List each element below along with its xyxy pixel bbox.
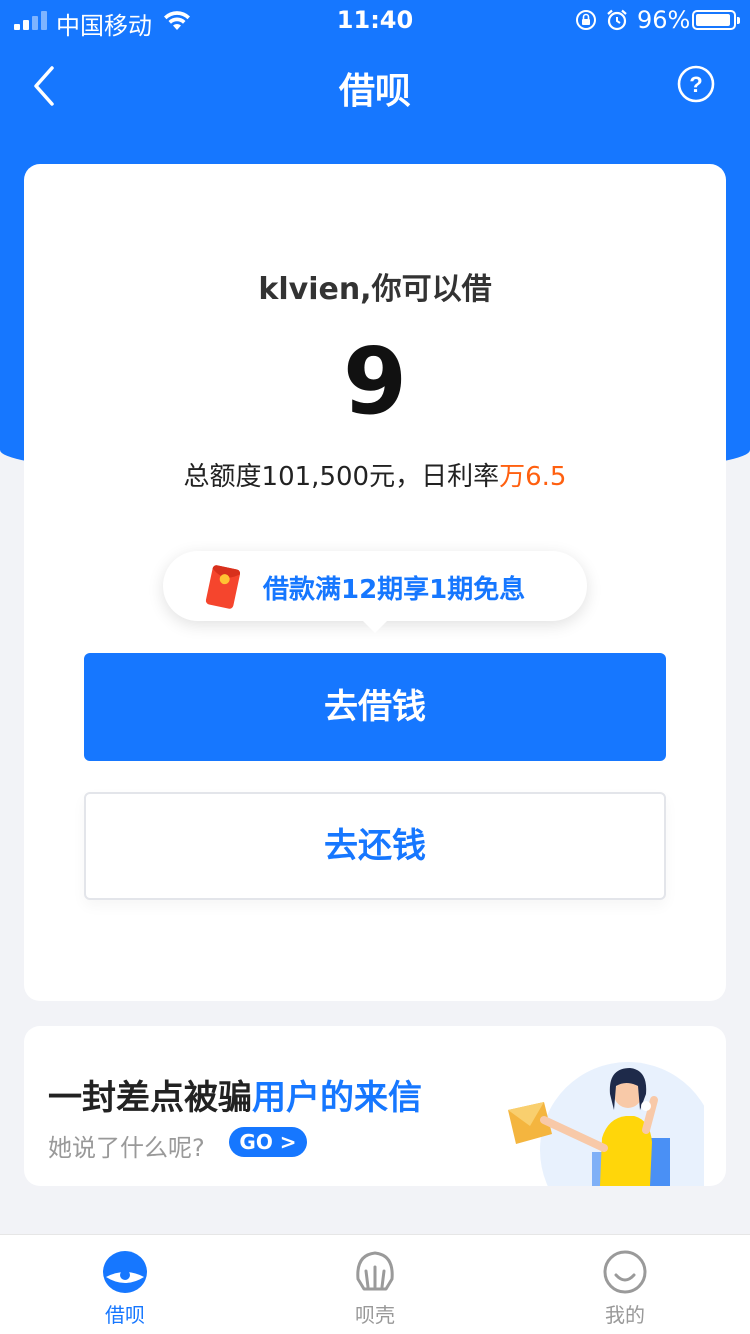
greeting-text: klvien,你可以借 xyxy=(258,272,492,307)
battery-percentage: 96% xyxy=(637,6,691,34)
tab-label: 呗壳 xyxy=(355,1303,395,1327)
status-bar: 中国移动 11:40 96% xyxy=(0,0,750,40)
alarm-icon xyxy=(607,9,627,31)
banner-title-part2: 用户的来信 xyxy=(252,1078,422,1118)
tab-bar: 借呗 呗壳 我的 xyxy=(0,1234,750,1334)
red-packet-icon xyxy=(205,565,241,609)
credit-card-panel: klvien,你可以借 9 总额度101,500元，日利率万6.5 借款满12期… xyxy=(24,164,726,1001)
shell-icon xyxy=(356,1251,394,1291)
tab-mine[interactable]: 我的 xyxy=(500,1235,750,1334)
repay-button[interactable]: 去还钱 xyxy=(84,792,666,900)
limit-text: 总额度101,500元，日利率 xyxy=(183,462,500,492)
nav-bar: 借呗 ? xyxy=(0,44,750,132)
promo-text: 借款满12期享1期免息 xyxy=(263,575,526,605)
limit-info: 总额度101,500元，日利率万6.5 xyxy=(24,456,726,493)
borrow-button[interactable]: 去借钱 xyxy=(84,653,666,761)
story-banner[interactable]: 一封差点被骗用户的来信 她说了什么呢? GO > xyxy=(24,1026,726,1186)
promo-bubble[interactable]: 借款满12期享1期免息 xyxy=(163,551,587,633)
banner-subtitle: 她说了什么呢? xyxy=(48,1134,205,1162)
page-title: 借呗 xyxy=(338,71,411,112)
svg-text:?: ? xyxy=(689,72,702,97)
banner-title-part1: 一封差点被骗 xyxy=(48,1078,252,1118)
woman-with-letter-illustration xyxy=(508,1062,704,1186)
banner-title: 一封差点被骗用户的来信 xyxy=(48,1070,422,1119)
jiebei-icon xyxy=(103,1251,147,1293)
bubble-tail xyxy=(363,621,387,633)
smile-icon xyxy=(603,1250,647,1294)
tab-jiebei[interactable]: 借呗 xyxy=(0,1235,250,1334)
tab-label: 借呗 xyxy=(105,1303,145,1327)
help-icon[interactable]: ? xyxy=(676,64,716,104)
go-button[interactable]: GO > xyxy=(229,1127,307,1157)
tab-label: 我的 xyxy=(605,1303,645,1327)
available-amount: 9 xyxy=(342,328,407,435)
daily-rate: 万6.5 xyxy=(499,462,567,492)
battery-icon xyxy=(692,10,740,30)
tab-beike[interactable]: 呗壳 xyxy=(250,1235,500,1334)
rotation-lock-icon xyxy=(576,10,596,30)
